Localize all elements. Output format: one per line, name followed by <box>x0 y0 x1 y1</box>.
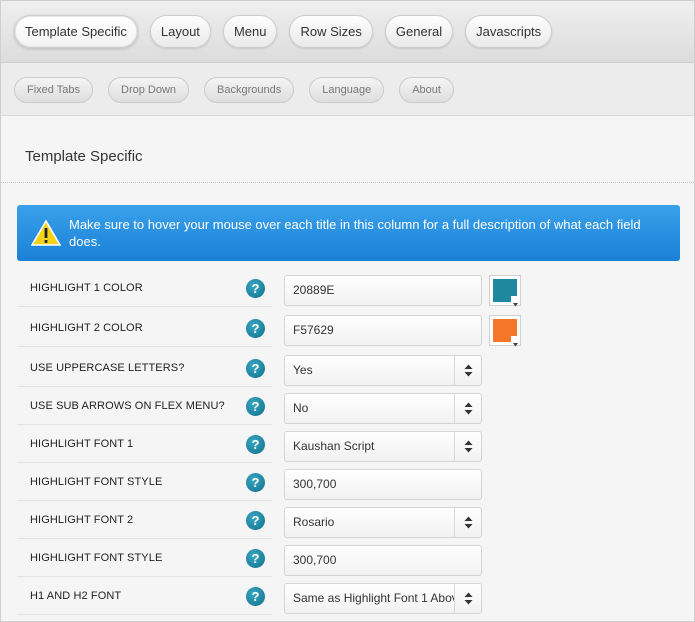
label-cell: USE UPPERCASE LETTERS? ? <box>17 349 272 387</box>
setting-row-highlight-1-color: HIGHLIGHT 1 COLOR ? 20889E <box>17 269 680 307</box>
picker-corner-icon <box>511 296 520 307</box>
label-cell: USE SUB ARROWS ON FLEX MENU? ? <box>17 387 272 425</box>
help-icon[interactable]: ? <box>246 435 265 454</box>
setting-row-uppercase-letters: USE UPPERCASE LETTERS? ? Yes <box>17 349 680 387</box>
help-icon[interactable]: ? <box>246 397 265 416</box>
main-tab-bar: Template Specific Layout Menu Row Sizes … <box>1 1 694 63</box>
tab-general[interactable]: General <box>384 15 454 48</box>
select-value: Kaushan Script <box>293 439 375 453</box>
label-cell: HIGHLIGHT FONT 2 ? <box>17 501 272 539</box>
select-arrows-icon <box>454 432 481 461</box>
setting-label: HIGHLIGHT FONT STYLE <box>30 476 163 488</box>
select-arrows-icon <box>454 584 481 613</box>
help-icon[interactable]: ? <box>246 587 265 606</box>
tab-about[interactable]: About <box>399 77 454 103</box>
highlight-2-color-picker[interactable] <box>489 315 521 347</box>
notice-text: Make sure to hover your mouse over each … <box>69 217 641 249</box>
color-swatch <box>493 279 520 307</box>
setting-label: USE UPPERCASE LETTERS? <box>30 362 185 374</box>
info-notice: Make sure to hover your mouse over each … <box>17 205 680 261</box>
uppercase-letters-select[interactable]: Yes <box>284 355 482 386</box>
highlight-font-2-select[interactable]: Rosario <box>284 507 482 538</box>
highlight-2-color-input[interactable]: F57629 <box>284 315 482 346</box>
tab-backgrounds[interactable]: Backgrounds <box>204 77 295 103</box>
sub-arrows-select[interactable]: No <box>284 393 482 424</box>
label-cell: HIGHLIGHT FONT 1 ? <box>17 425 272 463</box>
label-cell: HIGHLIGHT FONT STYLE ? <box>17 463 272 501</box>
help-icon[interactable]: ? <box>246 473 265 492</box>
section-title: Template Specific <box>1 116 694 183</box>
setting-label: HIGHLIGHT FONT 1 <box>30 438 134 450</box>
tab-fixed-tabs[interactable]: Fixed Tabs <box>14 77 93 103</box>
select-value: No <box>293 401 309 415</box>
select-arrows-icon <box>454 394 481 423</box>
select-value: Yes <box>293 363 313 377</box>
tab-menu[interactable]: Menu <box>222 15 278 48</box>
label-cell: HIGHLIGHT FONT STYLE ? <box>17 539 272 577</box>
select-value: Same as Highlight Font 1 Above <box>293 591 465 605</box>
setting-label: HIGHLIGHT FONT 2 <box>30 514 134 526</box>
help-icon[interactable]: ? <box>246 279 265 298</box>
setting-row-sub-arrows: USE SUB ARROWS ON FLEX MENU? ? No <box>17 387 680 425</box>
select-arrows-icon <box>454 356 481 385</box>
highlight-1-color-input[interactable]: 20889E <box>284 275 482 306</box>
setting-row-highlight-font-style-1: HIGHLIGHT FONT STYLE ? 300,700 <box>17 463 680 501</box>
select-arrows-icon <box>454 508 481 537</box>
tab-language[interactable]: Language <box>309 77 385 103</box>
setting-label: HIGHLIGHT FONT STYLE <box>30 552 163 564</box>
label-cell: H1 AND H2 FONT ? <box>17 577 272 615</box>
help-icon[interactable]: ? <box>246 359 265 378</box>
setting-label: USE SUB ARROWS ON FLEX MENU? <box>30 400 225 412</box>
setting-row-highlight-font-style-2: HIGHLIGHT FONT STYLE ? 300,700 <box>17 539 680 577</box>
label-cell: HIGHLIGHT 2 COLOR ? <box>17 309 272 347</box>
warning-icon <box>31 220 61 246</box>
setting-label: H1 AND H2 FONT <box>30 590 122 602</box>
highlight-font-style-1-input[interactable]: 300,700 <box>284 469 482 500</box>
help-icon[interactable]: ? <box>246 319 265 338</box>
settings-rows: HIGHLIGHT 1 COLOR ? 20889E HIGHLIGHT 2 C… <box>17 269 680 615</box>
tab-template-specific[interactable]: Template Specific <box>14 15 138 48</box>
setting-label: HIGHLIGHT 2 COLOR <box>30 322 143 334</box>
sub-tab-bar: Fixed Tabs Drop Down Backgrounds Languag… <box>1 63 694 116</box>
tab-javascripts[interactable]: Javascripts <box>465 15 553 48</box>
settings-panel: Template Specific Layout Menu Row Sizes … <box>0 0 695 622</box>
highlight-font-1-select[interactable]: Kaushan Script <box>284 431 482 462</box>
help-icon[interactable]: ? <box>246 549 265 568</box>
select-value: Rosario <box>293 515 335 529</box>
setting-label: HIGHLIGHT 1 COLOR <box>30 282 143 294</box>
setting-row-highlight-2-color: HIGHLIGHT 2 COLOR ? F57629 <box>17 309 680 347</box>
h1-h2-font-select[interactable]: Same as Highlight Font 1 Above <box>284 583 482 614</box>
highlight-1-color-picker[interactable] <box>489 275 521 307</box>
setting-row-highlight-font-2: HIGHLIGHT FONT 2 ? Rosario <box>17 501 680 539</box>
highlight-font-style-2-input[interactable]: 300,700 <box>284 545 482 576</box>
setting-row-highlight-font-1: HIGHLIGHT FONT 1 ? Kaushan Script <box>17 425 680 463</box>
help-icon[interactable]: ? <box>246 511 265 530</box>
setting-row-h1-h2-font: H1 AND H2 FONT ? Same as Highlight Font … <box>17 577 680 615</box>
label-cell: HIGHLIGHT 1 COLOR ? <box>17 269 272 307</box>
tab-row-sizes[interactable]: Row Sizes <box>289 15 373 48</box>
tab-layout[interactable]: Layout <box>149 15 211 48</box>
picker-corner-icon <box>511 336 520 347</box>
color-swatch <box>493 319 520 347</box>
tab-drop-down[interactable]: Drop Down <box>108 77 190 103</box>
